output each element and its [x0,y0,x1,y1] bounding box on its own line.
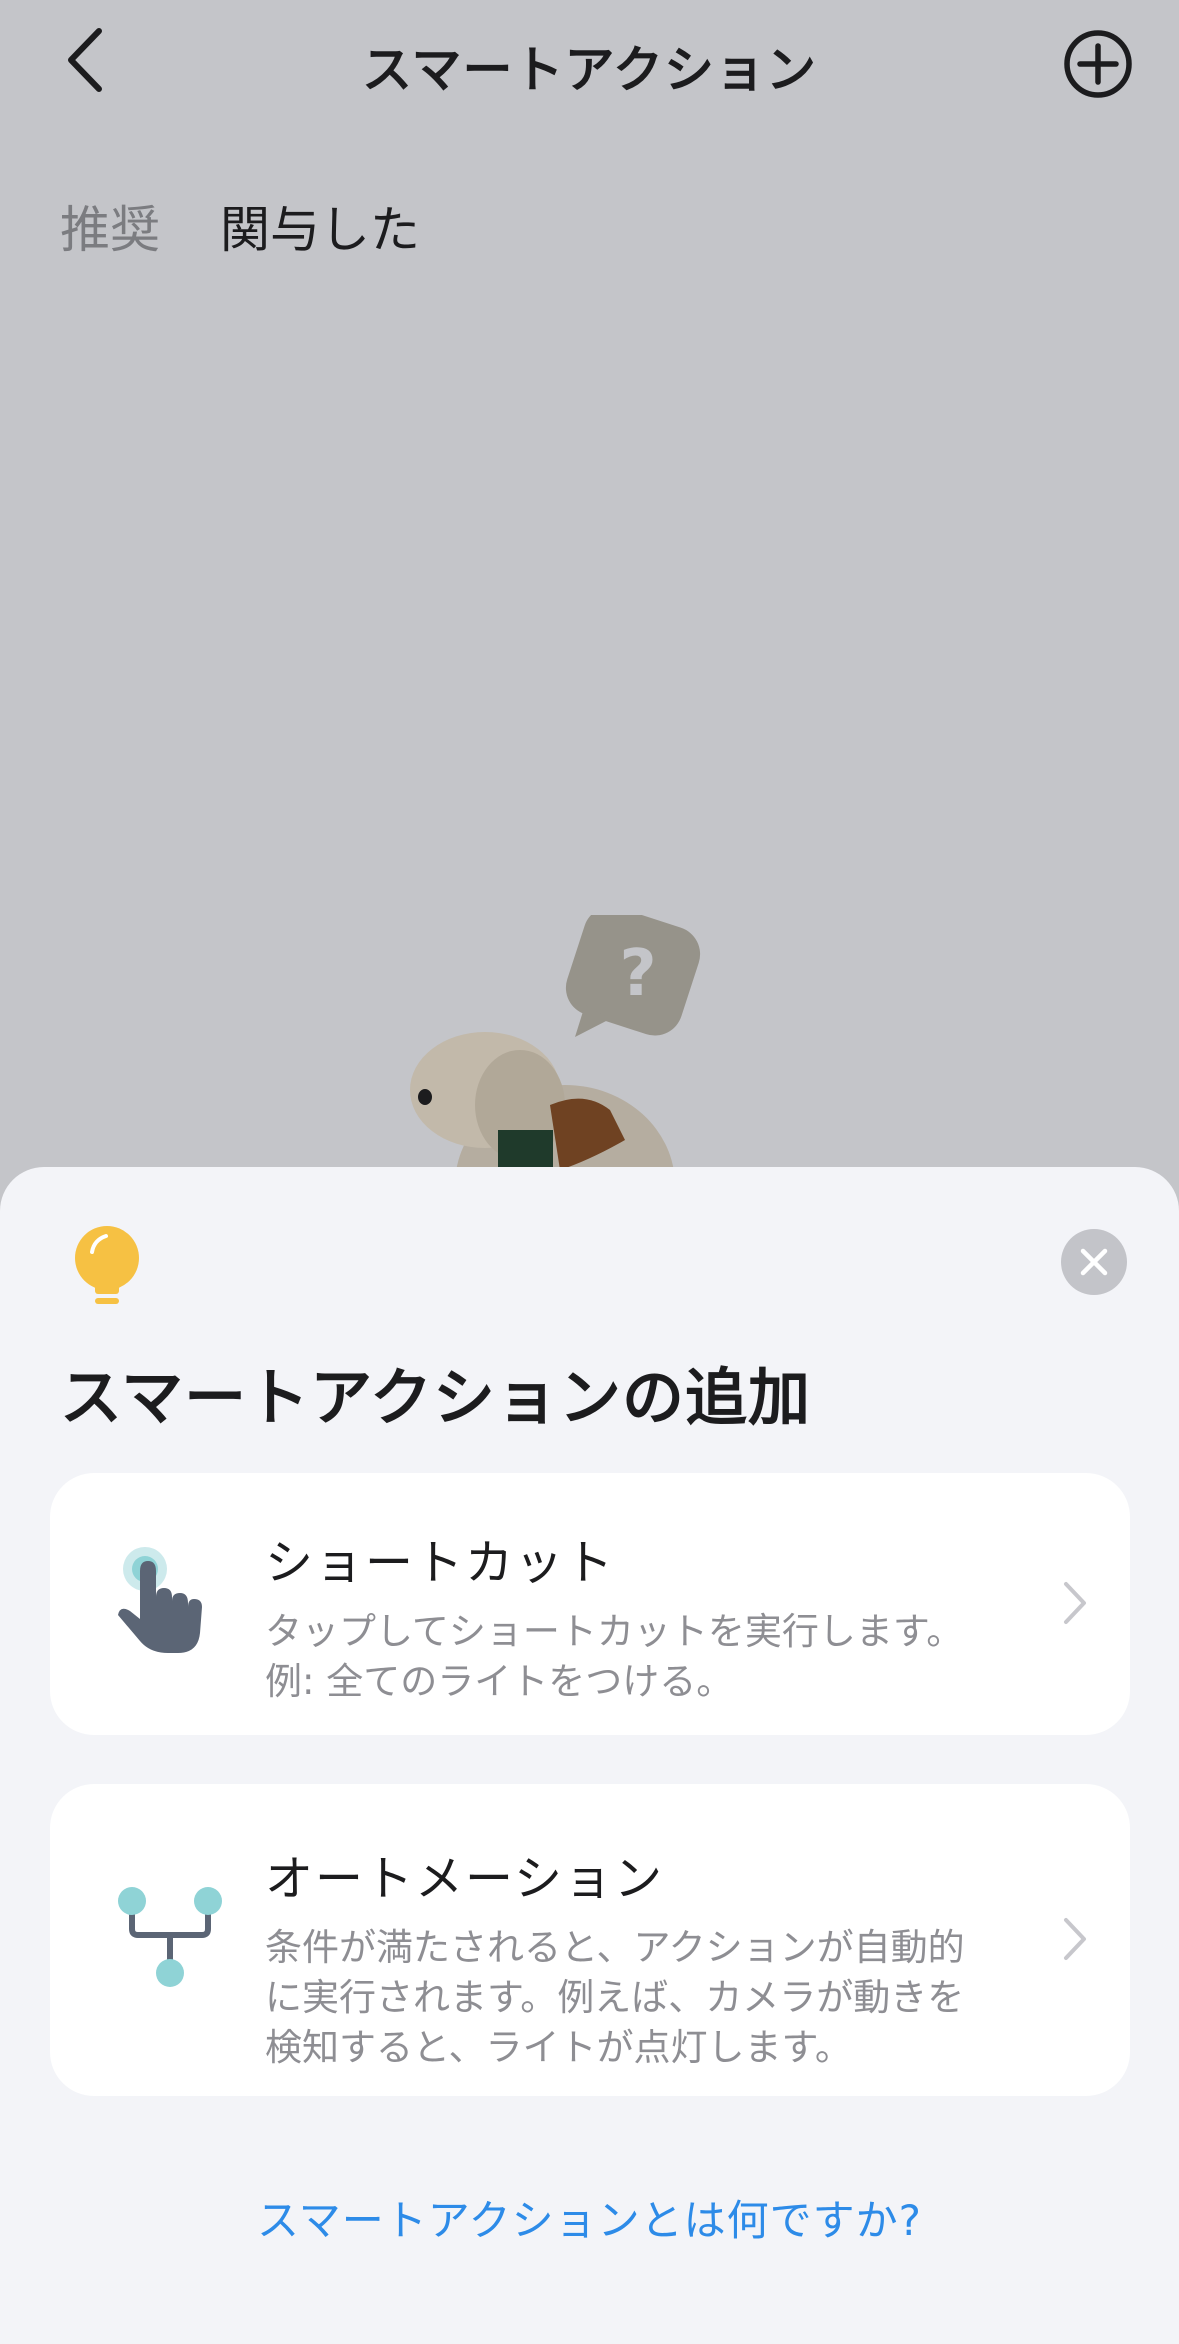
chevron-right-icon [1064,1918,1086,1960]
tap-hand-icon [118,1547,202,1653]
confused-dog-mascot: ? [410,915,701,1175]
add-smart-action-sheet: スマートアクションの追加 ショートカット タップしてショートカットを実行します。… [0,1167,1179,2344]
what-is-smart-action-link[interactable]: スマートアクションとは何ですか? [0,2187,1179,2248]
shortcut-option-card[interactable]: ショートカット タップしてショートカットを実行します。例: 全てのライトをつける… [50,1473,1130,1735]
tab-involved[interactable]: 関与した [220,190,420,262]
automation-option-card[interactable]: オートメーション 条件が満たされると、アクションが自動的に実行されます。例えば、… [50,1784,1130,2096]
navigation-bar: スマートアクション [0,0,1179,130]
close-button[interactable] [1061,1229,1127,1295]
svg-text:?: ? [619,937,656,1011]
sheet-title: スマートアクションの追加 [60,1361,812,1434]
page-title: スマートアクション [362,41,817,99]
automation-title: オートメーション [265,1851,665,1907]
tab-recommended[interactable]: 推奨 [60,190,160,262]
plus-circle-icon [1064,30,1132,98]
shortcut-title: ショートカット [265,1535,616,1591]
add-action-button[interactable] [1062,28,1134,100]
shortcut-text: ショートカット タップしてショートカットを実行します。例: 全てのライトをつける… [265,1523,990,1707]
branch-flow-icon [118,1887,222,1987]
close-icon [1080,1248,1108,1276]
chevron-right-icon [1064,1582,1086,1624]
lightbulb-icon [75,1226,139,1304]
question-bubble-icon: ? [565,915,701,1037]
tab-bar: 推奨 関与した [60,190,420,262]
automation-text: オートメーション 条件が満たされると、アクションが自動的に実行されます。例えば、… [265,1839,990,2073]
automation-description: 条件が満たされると、アクションが自動的に実行されます。例えば、カメラが動きを検知… [265,1926,965,2069]
shortcut-description: タップしてショートカットを実行します。例: 全てのライトをつける。 [265,1610,964,1703]
